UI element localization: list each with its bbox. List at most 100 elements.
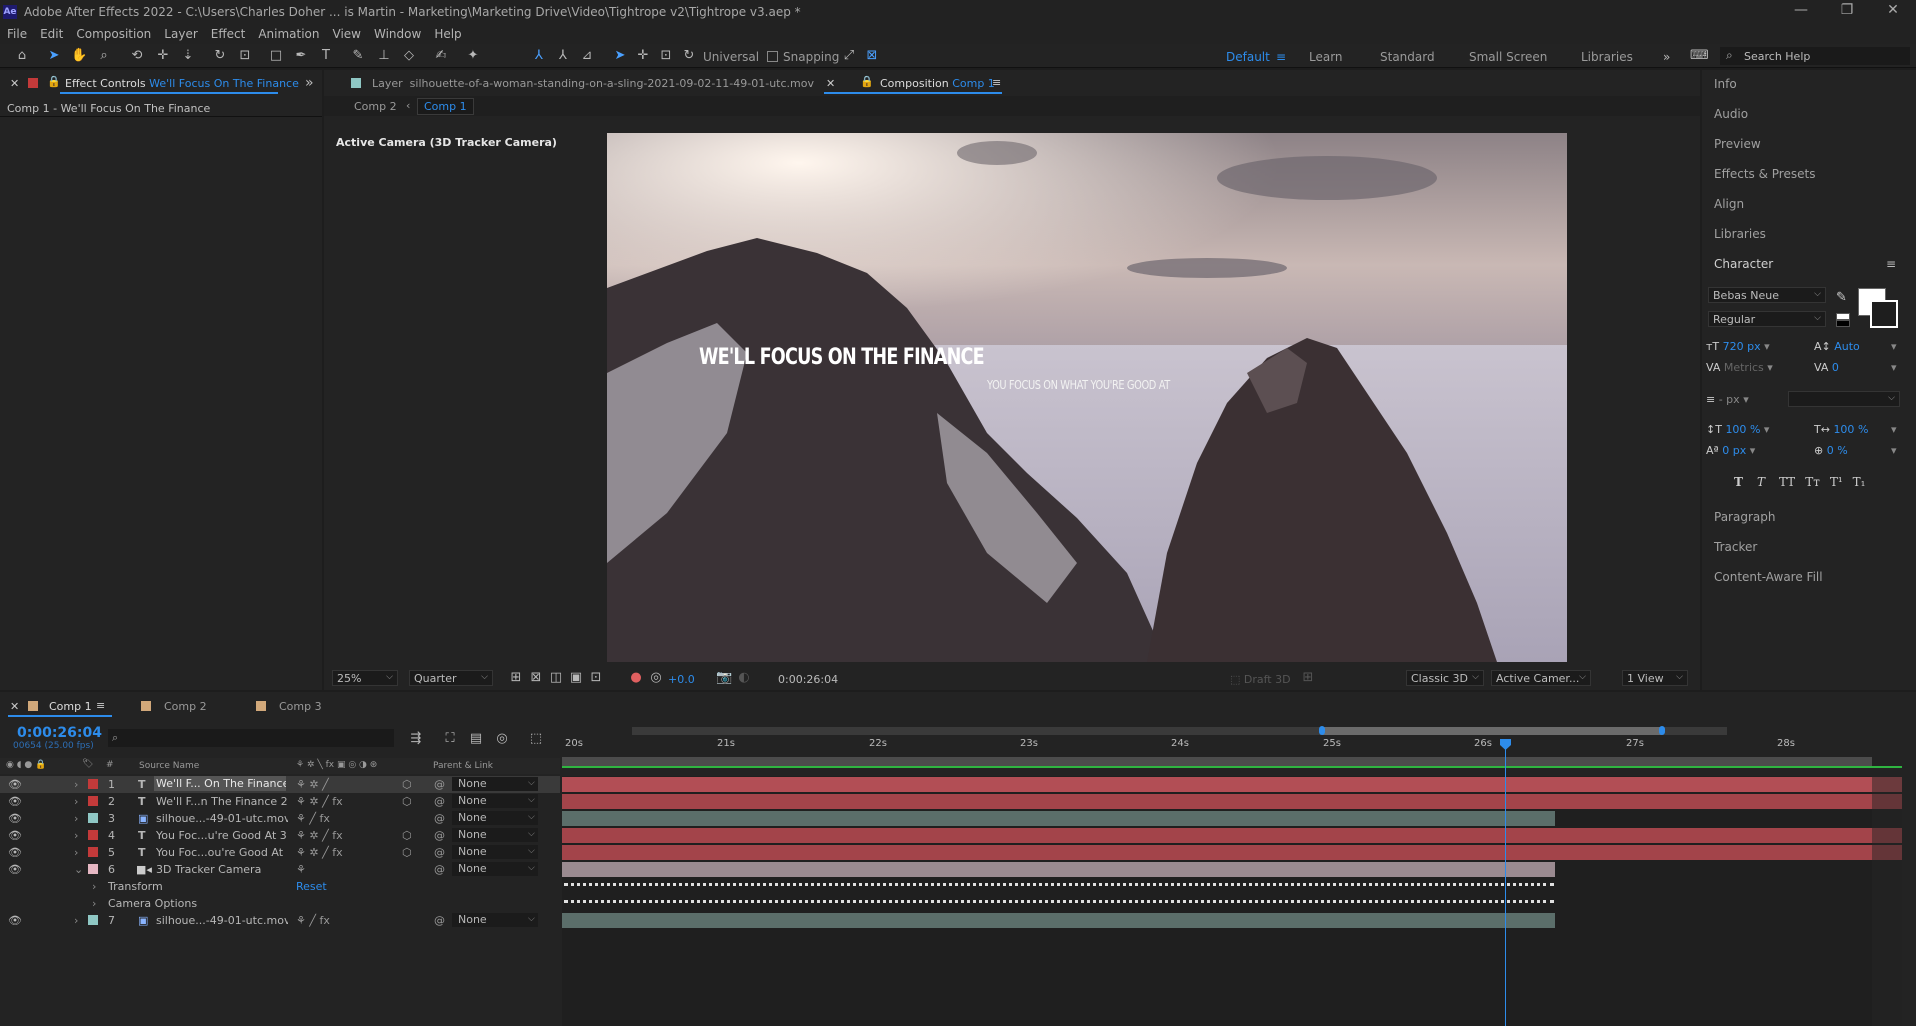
show-snapshot-icon[interactable]: ◐ (736, 670, 752, 686)
panel-tracker[interactable]: Tracker (1714, 540, 1757, 554)
layer-name[interactable]: We'll F... On The Finance (154, 776, 286, 791)
panel-info[interactable]: Info (1714, 77, 1737, 91)
universal-rotate-icon[interactable]: ↻ (681, 48, 697, 64)
pan-tool-icon[interactable]: ✛ (155, 48, 171, 64)
pickwhip-icon[interactable]: @ (434, 812, 445, 825)
workspace-default[interactable]: Default (1226, 50, 1270, 64)
zoom-tool-icon[interactable]: ⌕ (96, 48, 112, 64)
comp-duration-bar[interactable] (562, 757, 1872, 766)
source-name-header[interactable]: Source Name (139, 761, 199, 771)
pen-tool-icon[interactable]: ✒ (293, 48, 309, 64)
resolution-dropdown[interactable]: Quarter ⌵ (409, 670, 493, 686)
timeline-tab-comp1[interactable]: Comp 1 (49, 700, 92, 713)
layer-label-color[interactable] (88, 779, 98, 789)
layer-name[interactable]: 3D Tracker Camera (156, 863, 288, 876)
visibility-eye-icon[interactable]: 👁 (8, 812, 22, 825)
menu-layer[interactable]: Layer (157, 24, 203, 41)
panel-align[interactable]: Align (1714, 197, 1744, 211)
menu-effect[interactable]: Effect (204, 24, 252, 41)
menu-window[interactable]: Window (367, 24, 427, 41)
workspace-standard[interactable]: Standard (1380, 50, 1435, 64)
layer-bar-2[interactable] (562, 794, 1902, 809)
pickwhip-icon[interactable]: @ (434, 829, 445, 842)
panel-effects-presets[interactable]: Effects & Presets (1714, 167, 1815, 181)
rectangle-tool-icon[interactable]: □ (268, 48, 284, 64)
tsume-caret[interactable]: ▾ (1891, 444, 1897, 457)
menu-file[interactable]: File (0, 24, 33, 41)
universal-move-icon[interactable]: ✛ (635, 48, 651, 64)
snapping-checkbox[interactable] (767, 51, 778, 62)
menu-view[interactable]: View (326, 24, 367, 41)
views-dropdown[interactable]: 1 View ⌵ (1622, 670, 1688, 686)
layer-switches[interactable]: ⚘ ✲ ╱ (296, 778, 329, 791)
visibility-eye-icon[interactable]: 👁 (8, 778, 22, 791)
camera-options-group[interactable]: Camera Options (108, 897, 197, 910)
layer-switches[interactable]: ⚘ ✲ ╱ fx (296, 829, 343, 842)
layer-label-color[interactable] (88, 830, 98, 840)
lock-icon[interactable]: 🔒 (47, 75, 61, 88)
layer-row[interactable]: 👁 › 1 T We'll F... On The Finance ⚘ ✲ ╱ ⬡… (0, 776, 560, 793)
workspace-menu-icon[interactable]: ≡ (1276, 50, 1286, 64)
layer-bar-5[interactable] (562, 845, 1902, 860)
transform-keyframes[interactable] (564, 883, 1554, 891)
collapse-arrow-icon[interactable]: ⌄ (74, 863, 83, 876)
tracking-row[interactable]: VA 0 (1814, 361, 1839, 374)
draft3d-timeline-icon[interactable]: ⛶ (442, 731, 458, 747)
layer-label-color[interactable] (88, 796, 98, 806)
timeline-tab-comp3[interactable]: Comp 3 (279, 700, 322, 713)
layer-row[interactable]: 👁 ⌄ 6 ■◂ 3D Tracker Camera ⚘ @ None ⌵ (0, 861, 560, 878)
composition-tab[interactable]: Composition Comp 1 (880, 77, 995, 90)
breadcrumb-comp1[interactable]: Comp 1 (417, 98, 474, 115)
vertical-scale-row[interactable]: ↕T 100 % ▾ (1706, 423, 1769, 436)
faux-bold-button[interactable]: T (1734, 475, 1743, 489)
parent-caret[interactable]: ⌵ (528, 914, 535, 924)
layer-switches[interactable]: ⚘ ✲ ╱ fx (296, 795, 343, 808)
stroke-style-dropdown[interactable]: ⌵ (1788, 391, 1900, 407)
layer-bar-4[interactable] (562, 828, 1902, 843)
stroke-color-swatch[interactable] (1870, 300, 1898, 328)
parent-dropdown[interactable]: None (452, 862, 538, 876)
breadcrumb-comp2[interactable]: Comp 2 (354, 100, 397, 113)
stroke-width-row[interactable]: ≡ - px ▾ (1706, 393, 1749, 406)
home-icon[interactable]: ⌂ (14, 48, 30, 64)
expand-arrow-icon[interactable]: › (92, 880, 96, 893)
clone-stamp-icon[interactable]: ⊥ (376, 48, 392, 64)
pickwhip-icon[interactable]: @ (434, 795, 445, 808)
layer-switches[interactable]: ⚘ ╱ fx (296, 812, 330, 825)
composition-viewer[interactable]: WE'LL FOCUS ON THE FINANCE YOU FOCUS ON … (607, 133, 1567, 662)
parent-dropdown[interactable]: None (452, 828, 538, 842)
transform-group[interactable]: Transform (108, 880, 163, 893)
current-time-display[interactable]: 0:00:26:04 (778, 673, 838, 686)
tracking-caret[interactable]: ▾ (1891, 361, 1897, 374)
transparency-grid-icon[interactable]: ⊠ (528, 670, 544, 686)
panel-paragraph[interactable]: Paragraph (1714, 510, 1775, 524)
close-comp-tab-icon[interactable]: ✕ (826, 77, 835, 90)
rotate-tool-icon[interactable]: ↻ (212, 48, 228, 64)
property-row[interactable]: › Transform Reset (0, 878, 560, 895)
character-menu-icon[interactable]: ≡ (1886, 257, 1896, 271)
comp-lock-icon[interactable]: 🔒 (860, 75, 874, 88)
layer-tab[interactable]: Layer silhouette-of-a-woman-standing-on-… (372, 77, 814, 90)
kerning-row[interactable]: VA Metrics ▾ (1706, 361, 1773, 374)
font-family-dropdown[interactable]: Bebas Neue ⌵ (1708, 287, 1826, 303)
maximize-icon[interactable]: ❐ (1824, 2, 1870, 22)
panel-preview[interactable]: Preview (1714, 137, 1761, 151)
snapshot-icon[interactable]: 📷 (716, 670, 732, 686)
camera-options-keyframes[interactable] (564, 900, 1554, 908)
pickwhip-icon[interactable]: @ (434, 778, 445, 791)
expand-arrow-icon[interactable]: › (92, 897, 96, 910)
layer-label-color[interactable] (88, 864, 98, 874)
pickwhip-icon[interactable]: @ (434, 846, 445, 859)
parent-caret[interactable]: ⌵ (528, 795, 535, 805)
layer-name[interactable]: silhoue...-49-01-utc.mov (156, 914, 288, 927)
hand-tool-icon[interactable]: ✋ (71, 48, 87, 64)
menu-edit[interactable]: Edit (33, 24, 69, 41)
menu-animation[interactable]: Animation (251, 24, 325, 41)
layer-name[interactable]: You Foc...u're Good At 3 (156, 829, 288, 842)
pickwhip-icon[interactable]: @ (434, 863, 445, 876)
dolly-tool-icon[interactable]: ⇣ (180, 48, 196, 64)
layer-name[interactable]: silhoue...-49-01-utc.mov (156, 812, 288, 825)
property-row[interactable]: › Camera Options (0, 895, 560, 912)
parent-caret[interactable]: ⌵ (528, 846, 535, 856)
snap-options-icon[interactable]: ⤢ (841, 48, 857, 64)
